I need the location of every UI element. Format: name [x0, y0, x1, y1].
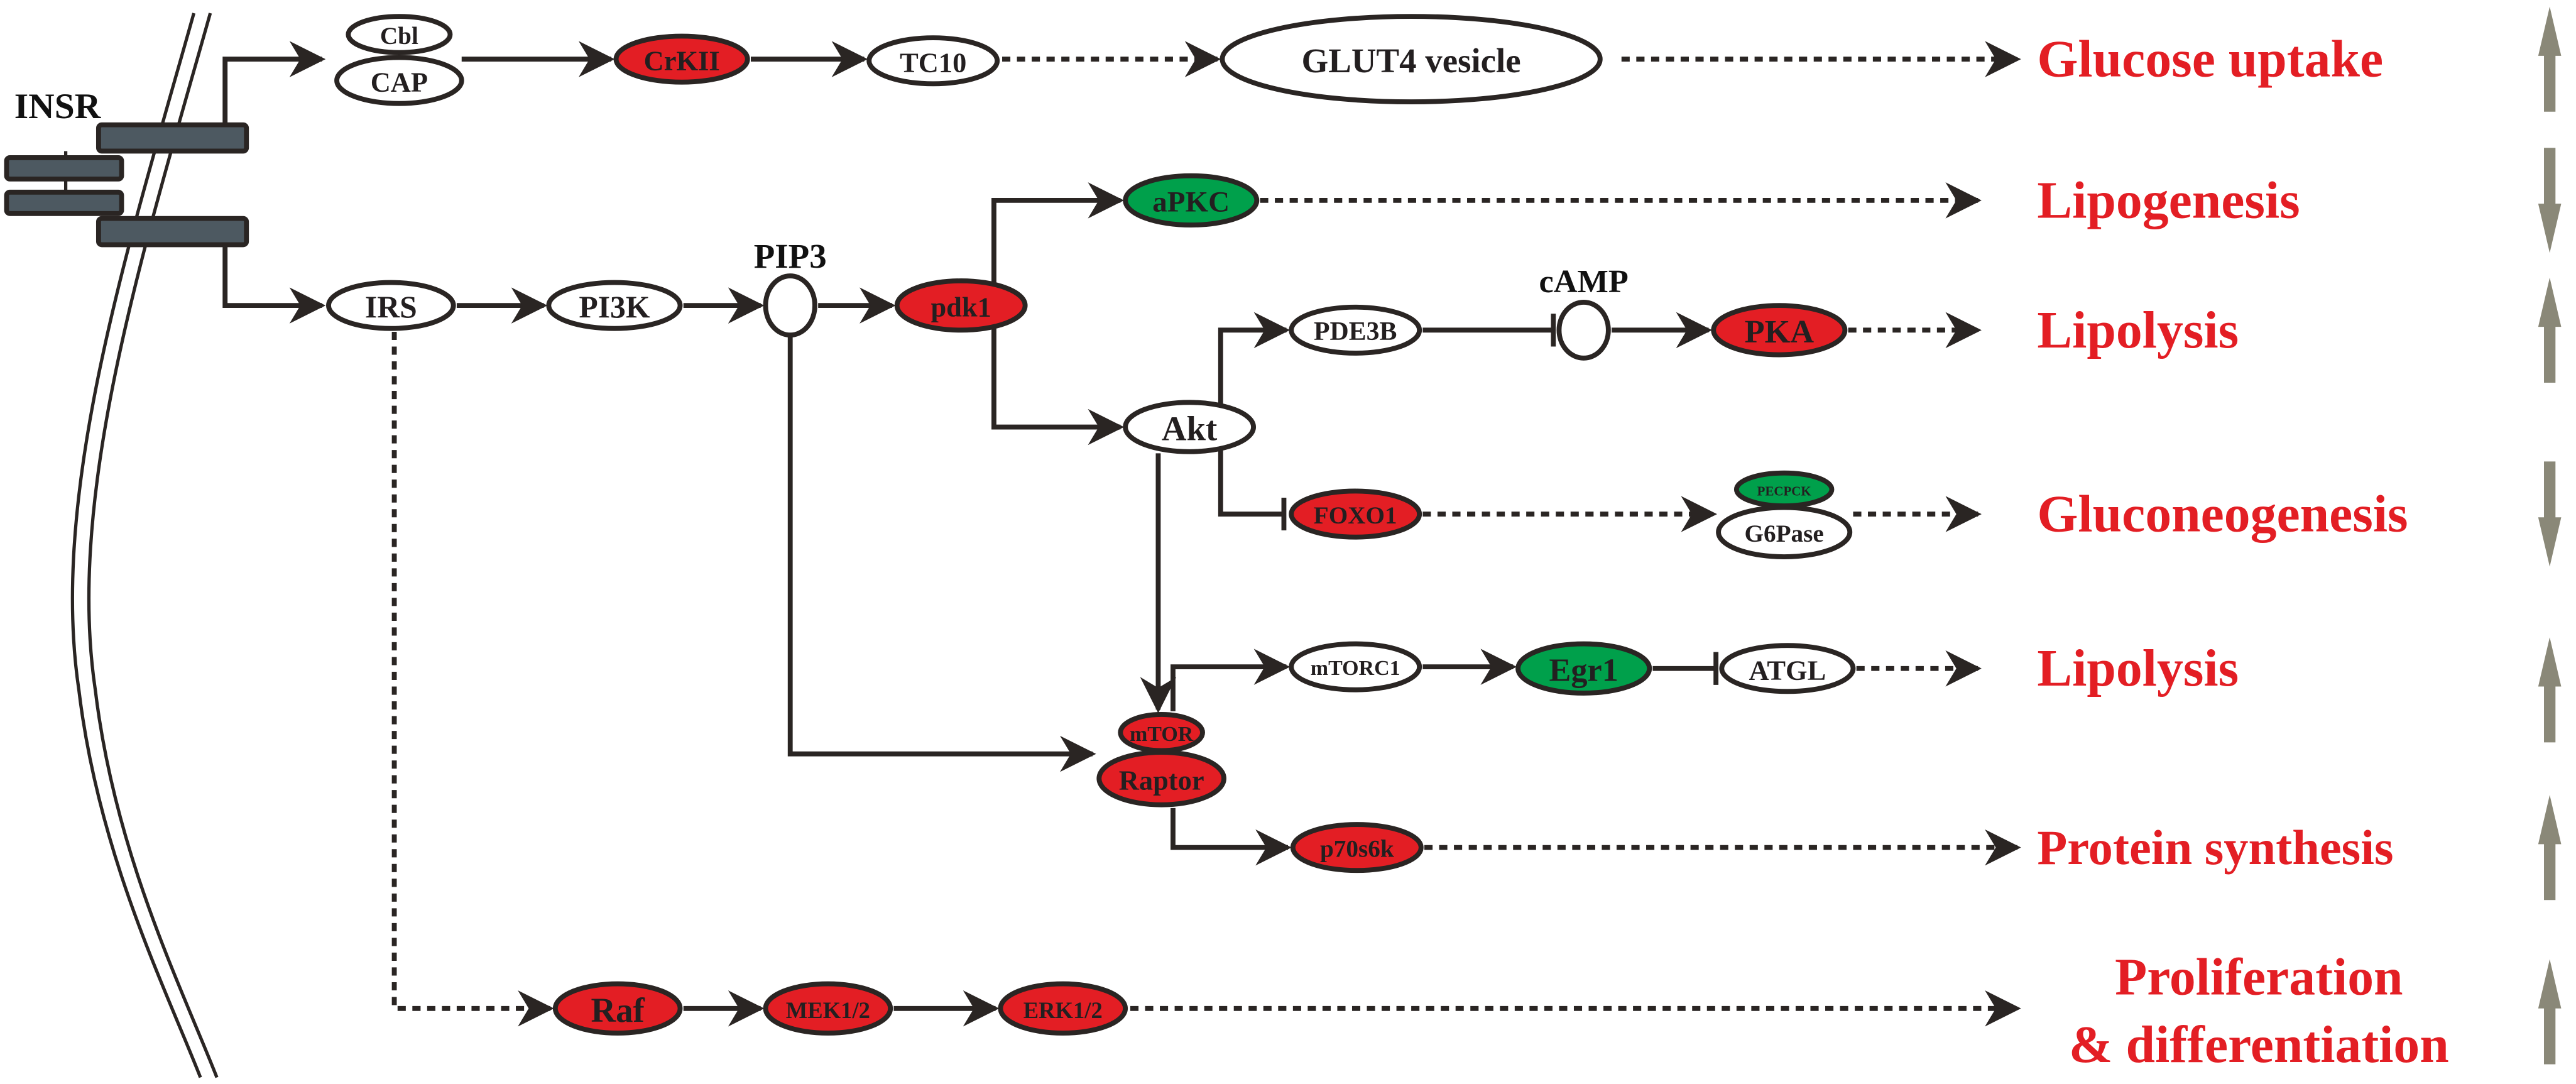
- node-tc10: TC10: [866, 35, 1000, 87]
- outcomes: Glucose uptake Lipogenesis Lipolysis Glucon…: [2037, 6, 2562, 1074]
- node-crkii: CrKII: [613, 33, 750, 85]
- edge-insr-to-cap-activation: [222, 41, 326, 125]
- node-label: CAP: [371, 67, 428, 98]
- node-label: GLUT4 vesicle: [1302, 41, 1521, 80]
- node-label: Cbl: [380, 23, 418, 50]
- outcome-label: & differentiation: [2069, 1016, 2449, 1074]
- edge-akt-to-pde3b-activation: [1218, 312, 1291, 404]
- trend-up-arrow-icon: [2538, 277, 2562, 383]
- node-label: IRS: [365, 290, 417, 324]
- outcome-label: Lipogenesis: [2037, 171, 2300, 229]
- node-raptor: Raptor: [1096, 750, 1226, 808]
- node-label: G6Pase: [1744, 520, 1823, 547]
- receptor-label: INSR: [14, 87, 102, 126]
- edge-insr-to-irs-activation: [222, 244, 326, 324]
- node-raf: Raf: [552, 981, 683, 1036]
- small-molecule-pip3: PIP3: [754, 237, 827, 338]
- trend-down-arrow-icon: [2538, 461, 2562, 567]
- trend-up-arrow-icon: [2538, 6, 2562, 112]
- node-mek12: MEK1/2: [763, 981, 893, 1036]
- nodes: Cbl CAP CrKII TC10 GLUT4 vesicle IRS PI3K pdk1 a…: [326, 14, 1856, 1036]
- node-apkc: aPKC: [1123, 173, 1260, 227]
- node-atgl: ATGL: [1719, 643, 1856, 694]
- outcome-glucose_uptake: Glucose uptake: [2037, 6, 2562, 112]
- outcome-gluconeogenesis: Gluconeogenesis: [2037, 461, 2562, 567]
- node-label: mTORC1: [1311, 657, 1400, 680]
- node-label: Raf: [591, 991, 645, 1029]
- receptor-subunit: [4, 155, 124, 182]
- outcome-label: Gluconeogenesis: [2037, 485, 2408, 544]
- outcome-lipolysis_1: Lipolysis: [2037, 277, 2562, 383]
- outcome-label: Protein synthesis: [2037, 820, 2393, 875]
- node-pecpck: PECPCK: [1733, 470, 1835, 508]
- receptor-subunit: [96, 216, 249, 248]
- node-p70s6k: p70s6k: [1290, 822, 1424, 873]
- node-mtor: mTOR: [1118, 712, 1205, 753]
- node-erk12: ERK1/2: [998, 981, 1128, 1036]
- edge-pip3-to-raptor-activation: [787, 333, 1096, 772]
- trend-up-arrow-icon: [2538, 637, 2562, 743]
- node-label: aPKC: [1152, 185, 1230, 218]
- node-label: ERK1/2: [1023, 997, 1103, 1023]
- small-molecule-camp: cAMP: [1539, 263, 1629, 361]
- outcome-proliferation: Proliferation & differentiation: [2069, 948, 2562, 1074]
- outcome-label: Glucose uptake: [2037, 30, 2383, 89]
- node-cap: CAP: [334, 55, 464, 106]
- outcome-label: Lipolysis: [2037, 639, 2239, 698]
- node-label: ATGL: [1749, 654, 1826, 686]
- outcome-protein_synthesis: Protein synthesis: [2037, 795, 2562, 901]
- node-label: TC10: [900, 47, 966, 78]
- small-molecule-label: cAMP: [1539, 263, 1629, 300]
- edge-pdk1-to-apkc-activation: [991, 182, 1125, 283]
- edge-irs-to-raf-indirect: [391, 331, 554, 1027]
- node-egr1: Egr1: [1515, 641, 1652, 696]
- edge-raptor-to-p70s6k-activation: [1171, 808, 1292, 866]
- node-pka: PKA: [1711, 303, 1848, 358]
- node-mtorc1: mTORC1: [1289, 641, 1422, 693]
- node-label: Egr1: [1549, 652, 1618, 688]
- receptor-subunit: [4, 189, 124, 216]
- small-molecule-circle: [1556, 299, 1611, 361]
- node-label: mTOR: [1130, 723, 1194, 746]
- node-pde3b: PDE3B: [1289, 304, 1422, 356]
- node-label: FOXO1: [1314, 502, 1397, 529]
- outcome-lipolysis_2: Lipolysis: [2037, 637, 2562, 743]
- node-pi3k: PI3K: [546, 280, 683, 331]
- trend-up-arrow-icon: [2538, 795, 2562, 901]
- receptor-subunit: [96, 122, 249, 154]
- trend-up-arrow-icon: [2538, 959, 2562, 1065]
- node-label: CrKII: [644, 45, 720, 77]
- node-pdk1: pdk1: [894, 278, 1028, 333]
- node-glut4: GLUT4 vesicle: [1220, 14, 1603, 104]
- node-label: MEK1/2: [786, 997, 870, 1023]
- edge-raptor-to-mtorc1-activation: [1171, 649, 1291, 711]
- node-label: PI3K: [579, 290, 650, 324]
- edge-akt-to-foxo1-inhibition: [1218, 450, 1287, 531]
- small-molecule-circle: [763, 273, 817, 338]
- node-label: PDE3B: [1314, 317, 1397, 346]
- trend-down-arrow-icon: [2538, 148, 2562, 253]
- node-label: PKA: [1745, 314, 1815, 350]
- node-label: PECPCK: [1757, 483, 1812, 498]
- outcome-lipogenesis: Lipogenesis: [2037, 148, 2562, 253]
- node-label: Raptor: [1119, 764, 1204, 796]
- outcome-label: Lipolysis: [2037, 301, 2239, 359]
- node-label: Akt: [1162, 410, 1218, 448]
- insulin-signaling-pathway-diagram: INSR Cbl CAP CrKII TC10 GLUT4 vesicle IRS PI3K…: [4, 6, 2562, 1078]
- node-irs: IRS: [326, 280, 456, 331]
- node-label: p70s6k: [1320, 836, 1394, 863]
- node-g6pase: G6Pase: [1716, 505, 1853, 559]
- edge-pdk1-to-akt-activation: [991, 328, 1125, 446]
- node-cbl: Cbl: [346, 14, 453, 55]
- outcome-label: Proliferation: [2115, 948, 2403, 1007]
- node-label: pdk1: [931, 292, 991, 323]
- small-molecule-label: PIP3: [754, 237, 827, 275]
- node-akt: Akt: [1123, 400, 1257, 454]
- node-foxo1: FOXO1: [1289, 488, 1422, 540]
- insulin-receptor: INSR: [4, 87, 249, 248]
